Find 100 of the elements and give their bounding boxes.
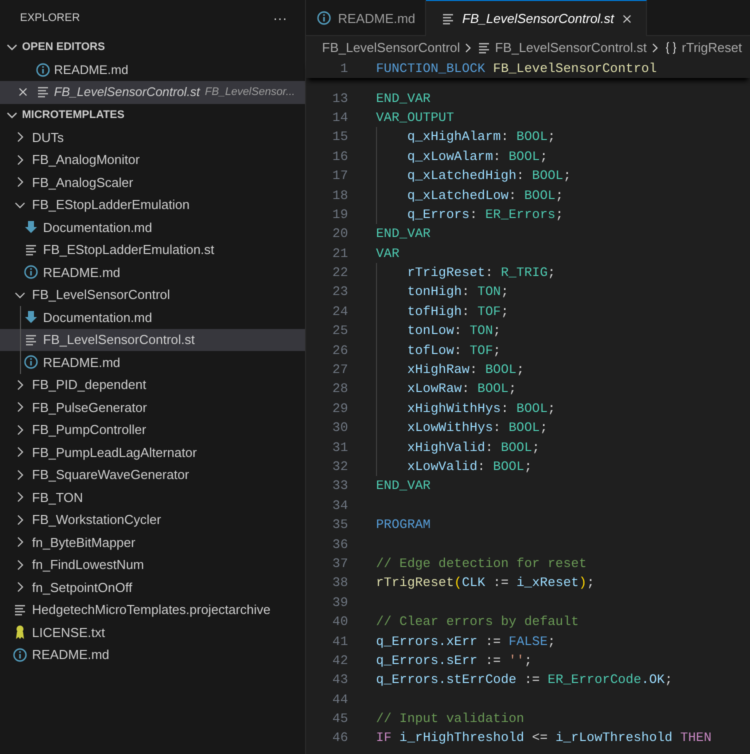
line-number: 14 <box>331 110 348 125</box>
line-number: 20 <box>331 226 348 242</box>
folder-item[interactable]: FB_SquareWaveGenerator <box>0 464 305 486</box>
editor-tab[interactable]: FB_LevelSensorControl.st <box>426 0 648 36</box>
line-number: 41 <box>331 634 348 649</box>
download-arrow-icon <box>23 219 39 236</box>
code-line: q_xLowAlarm: BOOL; <box>407 148 548 164</box>
line-number: 18 <box>331 188 348 203</box>
breadcrumb-item[interactable]: FB_LevelSensorControl.st <box>476 40 647 56</box>
open-editor-item[interactable]: README.md <box>0 58 305 81</box>
code-line: END_VAR <box>376 478 431 494</box>
code-line: q_xLatchedHigh: BOOL; <box>407 168 572 184</box>
folder-item[interactable]: FB_PumpLeadLagAlternator <box>0 441 305 464</box>
folder-item[interactable]: FB_PID_dependent <box>0 374 305 396</box>
sidebar-title: EXPLORER <box>20 12 80 24</box>
folder-item[interactable]: FB_LevelSensorControl <box>0 284 305 306</box>
code-line: q_Errors.sErr := ''; <box>376 652 532 668</box>
line-number: 39 <box>331 594 348 610</box>
file-item[interactable]: HedgetechMicroTemplates.projectarchive <box>0 598 305 621</box>
code-line: q_Errors.stErrCode := ER_ErrorCode.OK; <box>376 672 672 688</box>
line-number: 24 <box>331 304 348 319</box>
line-number: 23 <box>331 284 348 300</box>
code-line: rTrigReset(CLK := i_xReset); <box>376 575 594 590</box>
code-line: // Clear errors by default <box>376 614 579 630</box>
line-number: 45 <box>331 711 348 726</box>
line-number: 44 <box>331 692 348 707</box>
code-line: q_xLatchedLow: BOOL; <box>407 188 564 203</box>
folder-item[interactable]: FB_AnalogScaler <box>0 171 305 194</box>
line-number: 25 <box>331 323 348 338</box>
file-item[interactable]: README.md <box>0 351 305 374</box>
code-line: // Input validation <box>376 711 524 726</box>
section-header[interactable]: MICROTEMPLATES <box>0 104 305 126</box>
line-number: 34 <box>331 498 348 513</box>
code-line: VAR_OUTPUT <box>376 110 454 125</box>
folder-item[interactable]: FB_PumpController <box>0 418 305 441</box>
section-header[interactable]: OPEN EDITORS <box>0 36 305 58</box>
code-line: q_Errors: ER_Errors; <box>407 206 564 222</box>
file-item[interactable]: FB_LevelSensorControl.st <box>0 328 305 351</box>
line-number: 16 <box>331 148 348 164</box>
code-line: tofLow: TOF; <box>407 342 501 358</box>
more-actions-button[interactable]: ··· <box>269 10 291 26</box>
folder-item[interactable]: FB_TON <box>0 486 305 508</box>
code-line: xLowValid: BOOL; <box>407 459 532 474</box>
info-icon <box>23 354 39 370</box>
code-line: xLowWithHys: BOOL; <box>407 420 548 436</box>
code-line: xLowRaw: BOOL; <box>407 381 516 396</box>
code-line: xHighValid: BOOL; <box>407 440 540 455</box>
line-number: 35 <box>331 517 348 532</box>
file-item[interactable]: Documentation.md <box>0 216 305 238</box>
file-item[interactable]: LICENSE.txt <box>0 621 305 644</box>
folder-item[interactable]: fn_ByteBitMapper <box>0 531 305 554</box>
text-lines-icon <box>35 84 51 100</box>
code-line: tofHigh: TOF; <box>407 304 509 319</box>
code-line: tonHigh: TON; <box>407 284 509 300</box>
code-line: FUNCTION_BLOCK FB_LevelSensorControl <box>376 61 657 76</box>
folder-item[interactable]: FB_PulseGenerator <box>0 396 305 418</box>
line-number: 21 <box>331 246 348 261</box>
file-item[interactable]: README.md <box>0 644 305 666</box>
file-item[interactable]: FB_EStopLadderEmulation.st <box>0 238 305 261</box>
code-line: rTrigReset: R_TRIG; <box>407 265 556 280</box>
code-line: PROGRAM <box>376 517 431 532</box>
info-icon <box>12 646 28 663</box>
line-number: 19 <box>331 206 348 222</box>
code-line: xHighWithHys: BOOL; <box>407 400 556 416</box>
line-number: 38 <box>331 575 348 590</box>
folder-item[interactable]: fn_FindLowestNum <box>0 554 305 576</box>
line-number: 13 <box>331 90 348 106</box>
code-line: IF i_rHighThreshold <= i_rLowThreshold THEN <box>376 730 712 746</box>
folder-item[interactable]: DUTs <box>0 126 305 148</box>
line-number: 15 <box>331 129 348 144</box>
info-icon <box>316 10 332 26</box>
line-number: 37 <box>331 556 348 571</box>
line-number: 33 <box>331 478 348 494</box>
file-item[interactable]: README.md <box>0 261 305 284</box>
line-number: 28 <box>331 381 348 396</box>
download-arrow-icon <box>23 309 39 326</box>
file-item[interactable]: Documentation.md <box>0 306 305 328</box>
code-line: VAR <box>376 246 400 261</box>
line-number: 17 <box>331 168 348 184</box>
code-line: // Edge detection for reset <box>376 556 587 571</box>
folder-item[interactable]: FB_AnalogMonitor <box>0 148 305 171</box>
line-number: 36 <box>331 536 348 552</box>
line-number: 29 <box>331 400 348 416</box>
folder-item[interactable]: FB_WorkstationCycler <box>0 508 305 531</box>
line-number: 46 <box>331 730 348 746</box>
open-editor-item[interactable]: FB_LevelSensorControl.st FB_LevelSensor... <box>0 81 305 104</box>
code-line: q_Errors.xErr := FALSE; <box>376 634 556 649</box>
code-line: q_xHighAlarm: BOOL; <box>407 129 556 144</box>
folder-item[interactable]: fn_SetpointOnOff <box>0 576 305 598</box>
code-line: END_VAR <box>376 90 431 106</box>
code-line: END_VAR <box>376 226 431 242</box>
breadcrumb-item[interactable]: FB_LevelSensorControl <box>322 40 460 55</box>
line-number: 31 <box>331 440 348 455</box>
code-line: xHighRaw: BOOL; <box>407 362 524 378</box>
line-number: 32 <box>331 459 348 474</box>
breadcrumb-item[interactable]: rTrigReset <box>662 40 742 56</box>
line-number: 42 <box>331 652 348 668</box>
line-number: 27 <box>331 362 348 378</box>
line-number: 1 <box>339 61 348 76</box>
folder-item[interactable]: FB_EStopLadderEmulation <box>0 194 305 216</box>
